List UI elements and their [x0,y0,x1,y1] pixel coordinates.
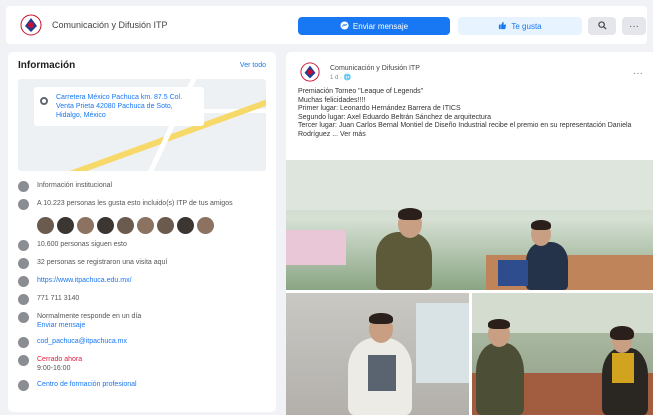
website-link[interactable]: https://www.itpachuca.edu.mx/ [37,276,132,285]
search-button[interactable] [588,17,616,35]
post-author[interactable]: Comunicación y Difusión ITP [330,65,420,72]
info-row-about: Información institucional [18,181,266,192]
info-title: Información [18,60,76,71]
post-photos [286,160,653,415]
phone-icon [18,294,29,305]
avatar[interactable] [77,217,94,234]
followers-icon [18,240,29,251]
like-button[interactable]: Te gusta [458,17,582,35]
send-message-button[interactable]: Enviar mensaje [298,17,450,35]
briefcase-icon [18,380,29,391]
category-link[interactable]: Centro de formación profesional [37,380,137,389]
post-options-button[interactable]: ··· [633,68,643,79]
avatar[interactable] [97,217,114,234]
thumbs-up-icon [498,21,507,32]
page-logo[interactable] [20,14,42,36]
more-options-button[interactable]: ··· [622,17,646,35]
avatar[interactable] [197,217,214,234]
friend-avatars [37,217,266,234]
like-label: Te gusta [511,21,542,31]
info-row-phone: 771 711 3140 [18,294,266,305]
avatar[interactable] [57,217,74,234]
post-photo[interactable] [472,293,653,415]
post-photo[interactable] [286,293,469,415]
send-message-link[interactable]: Enviar mensaje [37,322,85,329]
address-box[interactable]: Carretera México Pachuca km. 87.5 Col. V… [34,87,204,126]
post-text: Premiación Torneo "Leaque of Legends" Mu… [298,88,632,138]
see-all-link[interactable]: Ver todo [240,62,266,69]
email-icon [18,337,29,348]
status-badge: Cerrado ahora [37,356,83,363]
info-icon [18,181,29,192]
checkin-icon [18,258,29,269]
page-header: Comunicación y Difusión ITP Enviar mensa… [6,6,647,44]
post-card: Comunicación y Difusión ITP 1 d · 🌐 ··· … [286,52,653,415]
info-row-hours: Cerrado ahora 9:00-16:00 [18,355,266,373]
clock-icon [18,355,29,366]
avatar[interactable] [117,217,134,234]
location-map[interactable]: Carretera México Pachuca km. 87.5 Col. V… [18,79,266,171]
post-author-logo[interactable] [300,62,320,84]
info-row-email: cod_pachuca@itpachuca.mx [18,337,266,348]
send-message-label: Enviar mensaje [352,21,409,31]
location-pin-icon [40,97,48,105]
messenger-icon [18,312,29,323]
address-text: Carretera México Pachuca km. 87.5 Col. V… [56,94,183,119]
info-row-category: Centro de formación profesional [18,380,266,391]
avatar[interactable] [37,217,54,234]
info-row-website: https://www.itpachuca.edu.mx/ [18,276,266,287]
thumbs-up-icon [18,199,29,210]
info-row-followers: 10.600 personas siguen esto [18,240,266,251]
messenger-icon [340,20,349,32]
avatar[interactable] [137,217,154,234]
post-photo[interactable] [286,160,653,290]
info-row-checkins: 32 personas se registraron una visita aq… [18,258,266,269]
info-card: Información Ver todo Carretera México Pa… [8,52,276,412]
search-icon [597,20,607,32]
avatar[interactable] [157,217,174,234]
email-link[interactable]: cod_pachuca@itpachuca.mx [37,337,127,346]
info-row-likes: A 10.223 personas les gusta esto incluid… [18,199,266,210]
avatar[interactable] [177,217,194,234]
info-row-response: Normalmente responde en un día Enviar me… [18,312,266,330]
globe-icon [18,276,29,287]
post-time[interactable]: 1 d · 🌐 [330,74,420,81]
opening-hours[interactable]: 9:00-16:00 [37,365,70,372]
